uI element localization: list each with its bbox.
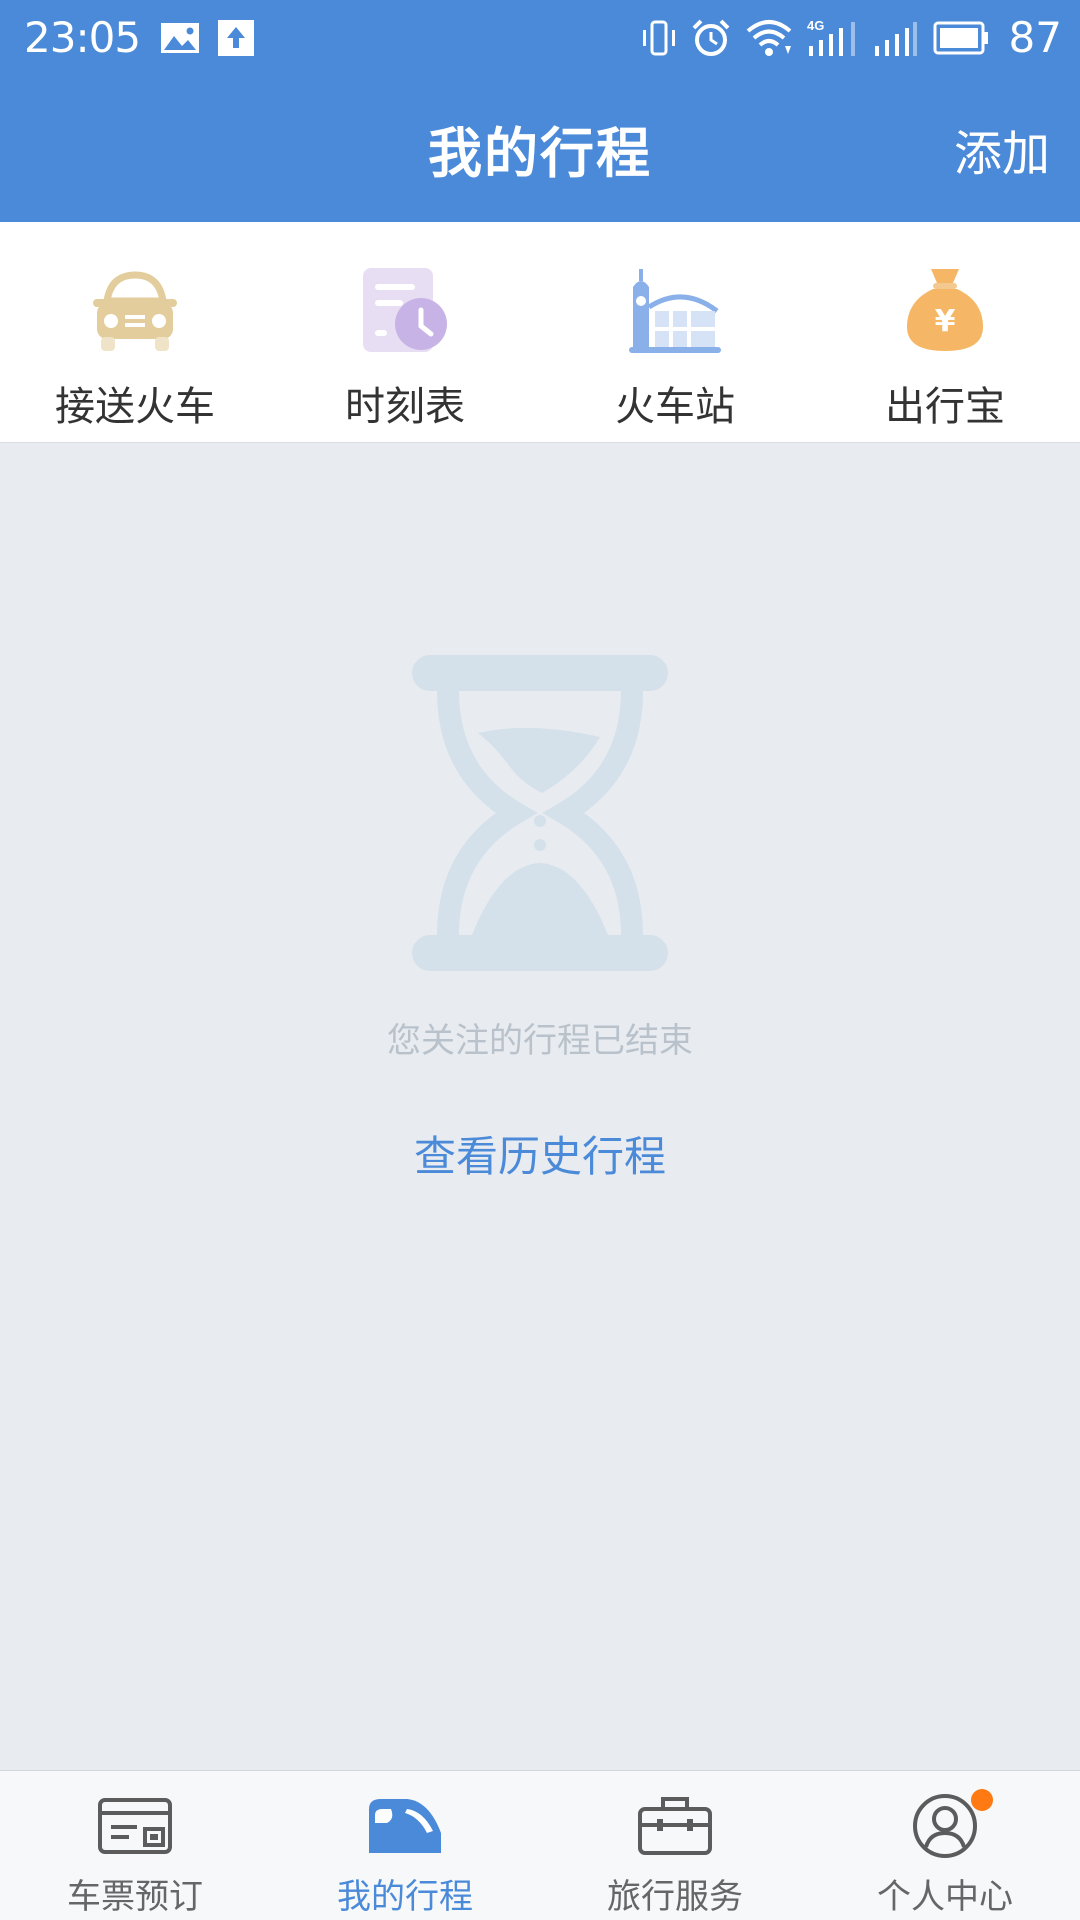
bottom-nav: 车票预订 我的行程 旅行服务 个人中心 xyxy=(0,1770,1080,1920)
quick-actions: 接送火车 时刻表 火车站 ¥ 出行宝 xyxy=(0,222,1080,443)
timetable-icon xyxy=(355,264,455,356)
upload-icon xyxy=(218,19,255,56)
status-time: 23:05 xyxy=(24,13,141,62)
empty-state: 您关注的行程已结束 查看历史行程 xyxy=(0,443,1080,1770)
nav-item-ticket-booking[interactable]: 车票预订 xyxy=(0,1771,270,1920)
nav-item-my-trips[interactable]: 我的行程 xyxy=(270,1771,540,1920)
quick-label-pickup-train: 接送火车 xyxy=(55,384,215,430)
status-left: 23:05 xyxy=(24,13,272,62)
quick-item-travel-treasure[interactable]: ¥ 出行宝 xyxy=(810,222,1080,442)
status-right: 4G 87 xyxy=(641,13,1062,62)
nav-item-travel-services[interactable]: 旅行服务 xyxy=(540,1771,810,1920)
battery-icon xyxy=(933,21,989,55)
alarm-icon xyxy=(691,18,731,58)
nav-label-ticket-booking: 车票预订 xyxy=(67,1877,203,1917)
hourglass-icon xyxy=(410,653,670,977)
train-station-icon xyxy=(625,264,725,356)
nav-item-personal-center[interactable]: 个人中心 xyxy=(810,1771,1080,1920)
quick-item-pickup-train[interactable]: 接送火车 xyxy=(0,222,270,442)
nav-label-personal-center: 个人中心 xyxy=(877,1877,1013,1917)
add-button[interactable]: 添加 xyxy=(954,75,1050,222)
car-icon xyxy=(85,264,185,356)
quick-label-timetable: 时刻表 xyxy=(345,384,465,430)
ticket-icon xyxy=(95,1793,175,1859)
quick-item-train-station[interactable]: 火车站 xyxy=(540,222,810,442)
quick-label-travel-treasure: 出行宝 xyxy=(885,384,1005,430)
network-label: 4G xyxy=(807,18,824,33)
page-title: 我的行程 xyxy=(428,122,652,185)
signal-icon xyxy=(873,18,919,58)
image-icon xyxy=(160,22,200,54)
wifi-icon xyxy=(745,18,793,58)
quick-label-train-station: 火车站 xyxy=(615,384,735,430)
nav-label-travel-services: 旅行服务 xyxy=(607,1877,743,1917)
view-history-link[interactable]: 查看历史行程 xyxy=(0,1123,1080,1184)
notification-badge xyxy=(971,1789,993,1811)
svg-text:¥: ¥ xyxy=(935,304,956,339)
battery-level: 87 xyxy=(1008,13,1062,62)
quick-item-timetable[interactable]: 时刻表 xyxy=(270,222,540,442)
nav-label-my-trips: 我的行程 xyxy=(337,1877,473,1917)
train-icon xyxy=(365,1793,445,1859)
signal-4g-icon: 4G xyxy=(807,18,859,58)
money-bag-icon: ¥ xyxy=(895,264,995,356)
empty-message: 您关注的行程已结束 xyxy=(387,1021,693,1061)
suitcase-icon xyxy=(635,1793,715,1859)
app-header: 我的行程 添加 xyxy=(0,75,1080,222)
status-bar: 23:05 4G 87 xyxy=(0,0,1080,75)
user-icon xyxy=(905,1789,993,1859)
vibrate-icon xyxy=(641,18,677,58)
